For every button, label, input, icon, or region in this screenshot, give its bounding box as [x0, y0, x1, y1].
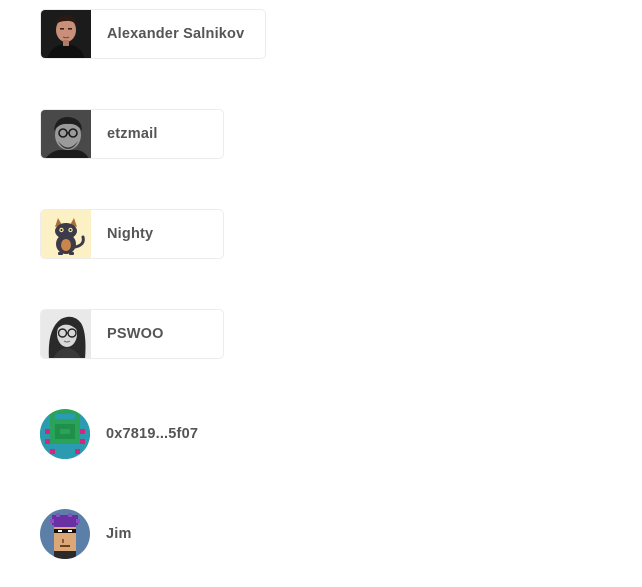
avatar	[41, 10, 91, 58]
user-chip-nighty[interactable]: Nighty	[40, 209, 224, 259]
avatar	[40, 509, 90, 559]
user-chip-alexander-salnikov[interactable]: Alexander Salnikov	[40, 9, 266, 59]
user-name: Nighty	[107, 226, 154, 242]
avatar	[41, 110, 91, 158]
user-name: 0x7819...5f07	[106, 426, 199, 442]
avatar	[40, 409, 90, 459]
user-chip-jim[interactable]: Jim	[40, 509, 132, 559]
user-name: Alexander Salnikov	[107, 26, 245, 42]
avatar	[41, 210, 91, 258]
user-chip-etzmail[interactable]: etzmail	[40, 109, 224, 159]
user-name: Jim	[106, 526, 132, 542]
avatar	[41, 310, 91, 358]
user-chip-0x7819-5f07[interactable]: 0x7819...5f07	[40, 409, 198, 459]
user-name: etzmail	[107, 126, 158, 142]
user-chip-pswoo[interactable]: PSWOO	[40, 309, 224, 359]
user-name: PSWOO	[107, 326, 164, 342]
